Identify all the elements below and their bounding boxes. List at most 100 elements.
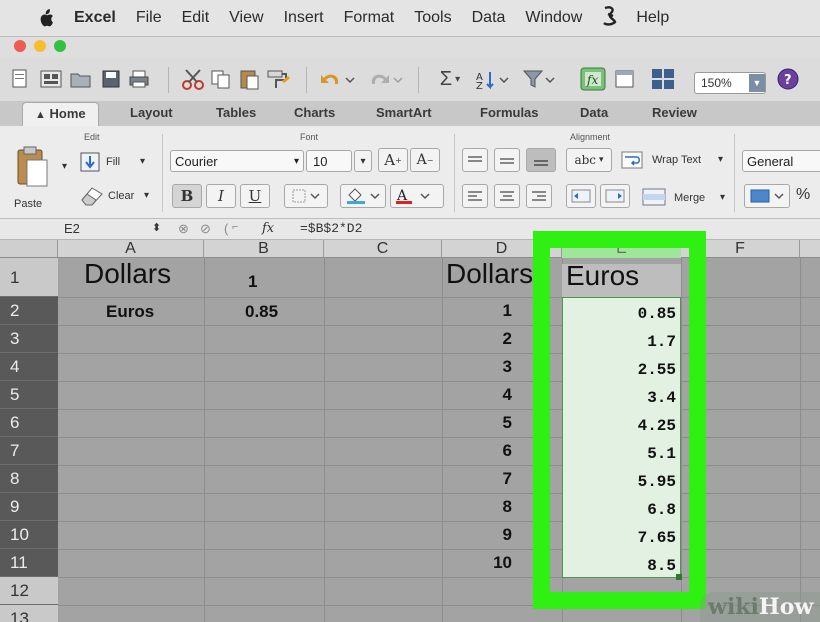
confirm-icon[interactable]: ⊘ [200, 221, 211, 237]
bold-button[interactable]: B [172, 184, 202, 208]
underline-button[interactable]: U [240, 184, 270, 208]
print-icon[interactable] [128, 67, 150, 91]
autosum-icon[interactable]: Σ ▾ [432, 67, 468, 91]
eraser-icon[interactable] [80, 186, 104, 206]
copy-icon[interactable] [210, 67, 232, 91]
increase-font-size-button[interactable]: A + [378, 148, 408, 172]
align-right-button[interactable] [526, 184, 552, 208]
wrap-text-icon[interactable] [620, 150, 646, 172]
cell-d5[interactable]: 4 [442, 385, 512, 405]
cell-a2[interactable]: Euros [106, 302, 154, 322]
cell-d8[interactable]: 7 [442, 469, 512, 489]
tab-formulas[interactable]: Formulas [480, 105, 539, 120]
fill-color-button[interactable] [340, 184, 386, 208]
tab-charts[interactable]: Charts [294, 105, 335, 120]
clear-dropdown-icon[interactable]: ▾ [144, 190, 149, 201]
cell-b2[interactable]: 0.85 [245, 302, 278, 322]
increase-indent-button[interactable] [600, 184, 630, 208]
tab-layout[interactable]: Layout [130, 105, 173, 120]
help-icon[interactable]: ? [776, 67, 800, 91]
row-header-13[interactable]: 13 [0, 605, 58, 622]
row-header-3[interactable]: 3 [0, 325, 58, 353]
tab-home[interactable]: ▲ Home [22, 102, 99, 126]
zoom-window-button[interactable] [54, 40, 66, 52]
chevron-down-icon[interactable]: ▾ [294, 156, 303, 167]
toolbox-icon[interactable] [614, 67, 636, 91]
row-header-1[interactable]: 1 [0, 258, 58, 297]
cell-d11[interactable]: 10 [442, 553, 512, 573]
row-header-4[interactable]: 4 [0, 353, 58, 381]
media-browser-icon[interactable] [650, 67, 680, 91]
font-size-dropdown[interactable]: ▾ [354, 150, 372, 172]
close-window-button[interactable] [14, 40, 26, 52]
italic-button[interactable]: I [206, 184, 236, 208]
new-workbook-icon[interactable] [10, 67, 30, 91]
row-header-12[interactable]: 12 [0, 577, 58, 605]
menu-window[interactable]: Window [525, 9, 582, 27]
align-top-button[interactable] [462, 148, 488, 172]
font-size-select[interactable]: 10 [306, 150, 352, 172]
row-header-7[interactable]: 7 [0, 437, 58, 465]
merge-dropdown-icon[interactable]: ▾ [720, 192, 725, 203]
name-box-stepper-icon[interactable]: ⬍ [152, 221, 161, 234]
cell-d3[interactable]: 2 [442, 329, 512, 349]
menu-view[interactable]: View [229, 9, 263, 27]
menu-insert[interactable]: Insert [284, 9, 324, 27]
gallery-icon[interactable] [40, 67, 62, 91]
row-header-10[interactable]: 10 [0, 521, 58, 549]
tab-review[interactable]: Review [652, 105, 697, 120]
number-format-icon[interactable] [744, 184, 790, 208]
align-left-button[interactable] [462, 184, 488, 208]
filter-icon[interactable] [522, 67, 558, 91]
cell-d7[interactable]: 6 [442, 441, 512, 461]
tab-data[interactable]: Data [580, 105, 608, 120]
menu-help[interactable]: Help [636, 9, 669, 27]
column-header-a[interactable]: A [58, 240, 204, 258]
borders-button[interactable] [284, 184, 328, 208]
fill-icon[interactable] [80, 152, 100, 172]
menu-edit[interactable]: Edit [182, 9, 210, 27]
decrease-font-size-button[interactable]: A − [410, 148, 440, 172]
redo-icon[interactable] [366, 67, 406, 91]
select-all-corner[interactable] [0, 240, 58, 258]
menu-format[interactable]: Format [344, 9, 395, 27]
align-middle-button[interactable] [494, 148, 520, 172]
wrap-text-label[interactable]: Wrap Text [652, 154, 701, 166]
clear-label[interactable]: Clear [108, 190, 134, 202]
menu-app-name[interactable]: Excel [74, 9, 116, 27]
cell-d10[interactable]: 9 [442, 525, 512, 545]
wrap-dropdown-icon[interactable]: ▾ [718, 154, 723, 165]
minimize-window-button[interactable] [34, 40, 46, 52]
column-header-c[interactable]: C [324, 240, 442, 258]
open-icon[interactable] [70, 67, 92, 91]
tab-smartart[interactable]: SmartArt [376, 105, 432, 120]
decrease-indent-button[interactable] [566, 184, 596, 208]
cell-d6[interactable]: 5 [442, 413, 512, 433]
merge-icon[interactable] [642, 188, 666, 208]
row-header-5[interactable]: 5 [0, 381, 58, 409]
cell-reference[interactable]: E2 [64, 221, 80, 236]
zoom-select[interactable]: 150% ▼ [694, 72, 766, 94]
cancel-icon[interactable]: ⊗ [178, 221, 189, 237]
paste-dropdown-icon[interactable]: ▾ [62, 161, 67, 172]
row-header-2[interactable]: 2 [0, 297, 58, 325]
align-bottom-button[interactable] [526, 148, 556, 172]
sort-icon[interactable]: AZ [474, 67, 514, 91]
column-header-g[interactable] [800, 240, 820, 258]
save-icon[interactable] [100, 67, 122, 91]
fill-label[interactable]: Fill [106, 156, 120, 168]
orientation-button[interactable]: abc ▾ [566, 148, 612, 172]
menu-file[interactable]: File [136, 9, 162, 27]
font-name-select[interactable]: Courier ▾ [170, 150, 304, 172]
apple-icon[interactable] [36, 7, 56, 29]
paste-button[interactable] [12, 146, 52, 194]
row-header-8[interactable]: 8 [0, 465, 58, 493]
insert-function-button[interactable]: fx [262, 221, 274, 236]
row-header-6[interactable]: 6 [0, 409, 58, 437]
column-header-b[interactable]: B [204, 240, 324, 258]
tab-tables[interactable]: Tables [216, 105, 256, 120]
align-center-button[interactable] [494, 184, 520, 208]
paste-icon[interactable] [238, 67, 260, 91]
menu-tools[interactable]: Tools [414, 9, 451, 27]
format-painter-icon[interactable] [266, 67, 290, 91]
